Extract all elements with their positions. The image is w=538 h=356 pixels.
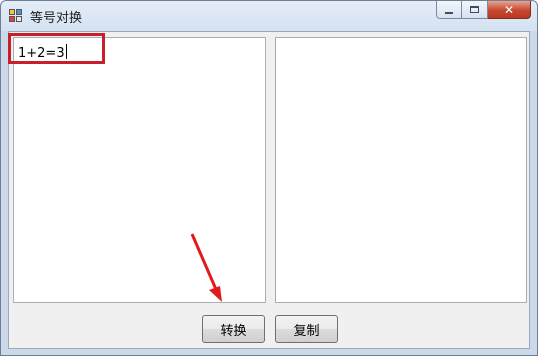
output-textbox[interactable] [275, 37, 527, 303]
title-bar[interactable]: 等号对换 ✕ [1, 1, 537, 31]
minimize-button[interactable] [436, 1, 462, 19]
convert-button[interactable]: 转换 [202, 315, 265, 343]
minimize-icon [445, 11, 453, 14]
maximize-icon [470, 6, 479, 13]
maximize-button[interactable] [462, 1, 488, 19]
close-icon: ✕ [503, 2, 515, 17]
text-caret [65, 44, 67, 59]
window-title: 等号对换 [30, 11, 83, 26]
input-text: 1+2=3 [18, 46, 65, 61]
copy-button[interactable]: 复制 [275, 315, 338, 343]
form-client-area: 1+2=3 转换 复制 [8, 31, 530, 349]
input-textbox[interactable]: 1+2=3 [13, 37, 266, 303]
close-button[interactable]: ✕ [488, 1, 531, 19]
app-icon[interactable] [9, 9, 23, 23]
caption-buttons: ✕ [436, 1, 531, 20]
app-window: 等号对换 ✕ 1+2=3 转换 复制 [0, 0, 538, 356]
